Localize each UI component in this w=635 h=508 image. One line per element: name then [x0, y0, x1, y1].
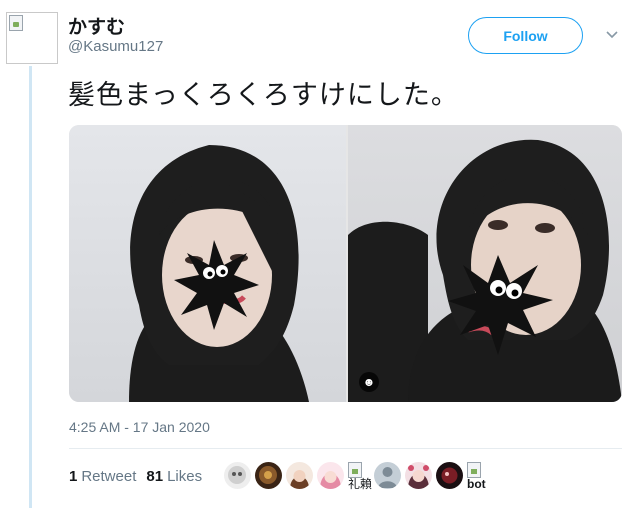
liker-broken-image[interactable]: 礼賴 — [348, 462, 373, 496]
liker-avatar[interactable] — [374, 462, 401, 489]
broken-image-icon — [9, 15, 23, 31]
sticker-icon[interactable]: ☻ — [359, 372, 379, 392]
liker-avatar[interactable] — [405, 462, 432, 489]
photo-illustration — [348, 139, 622, 402]
liker-avatar[interactable] — [436, 462, 463, 489]
display-name[interactable]: かすむ — [68, 12, 125, 39]
liker-avatar[interactable] — [317, 462, 344, 489]
broken-image-icon — [467, 462, 481, 478]
retweet-count[interactable]: 1 — [69, 468, 77, 485]
broken-image-icon — [348, 462, 362, 478]
liker-avatar[interactable] — [286, 462, 313, 489]
tweet-photo-1[interactable] — [69, 125, 346, 402]
screen-name[interactable]: @Kasumu127 — [68, 38, 163, 55]
divider — [69, 448, 622, 449]
liker-alt-text: bot — [467, 477, 486, 491]
avatar[interactable] — [6, 12, 58, 64]
tweet-stats: 1 Retweet 81 Likes — [69, 468, 202, 485]
like-count[interactable]: 81 — [146, 468, 163, 485]
retweet-label[interactable]: Retweet — [81, 468, 136, 485]
tweet-photo-2[interactable]: ☻ — [348, 125, 622, 402]
liker-alt-text: 礼賴 — [348, 477, 373, 491]
liker-avatar[interactable] — [224, 462, 251, 489]
chevron-down-icon[interactable] — [605, 28, 619, 42]
media-grid: ☻ — [69, 125, 622, 402]
photo-illustration — [129, 145, 309, 402]
likers-list: 礼賴 bot — [224, 462, 493, 496]
liker-broken-image[interactable]: bot — [467, 462, 489, 496]
tweet-timestamp[interactable]: 4:25 AM - 17 Jan 2020 — [69, 419, 210, 435]
like-label[interactable]: Likes — [167, 468, 202, 485]
thread-line — [29, 66, 32, 508]
tweet-text: 髪色まっくろくろすけにした。 — [68, 80, 459, 110]
liker-avatar[interactable] — [255, 462, 282, 489]
follow-button[interactable]: Follow — [468, 17, 583, 54]
